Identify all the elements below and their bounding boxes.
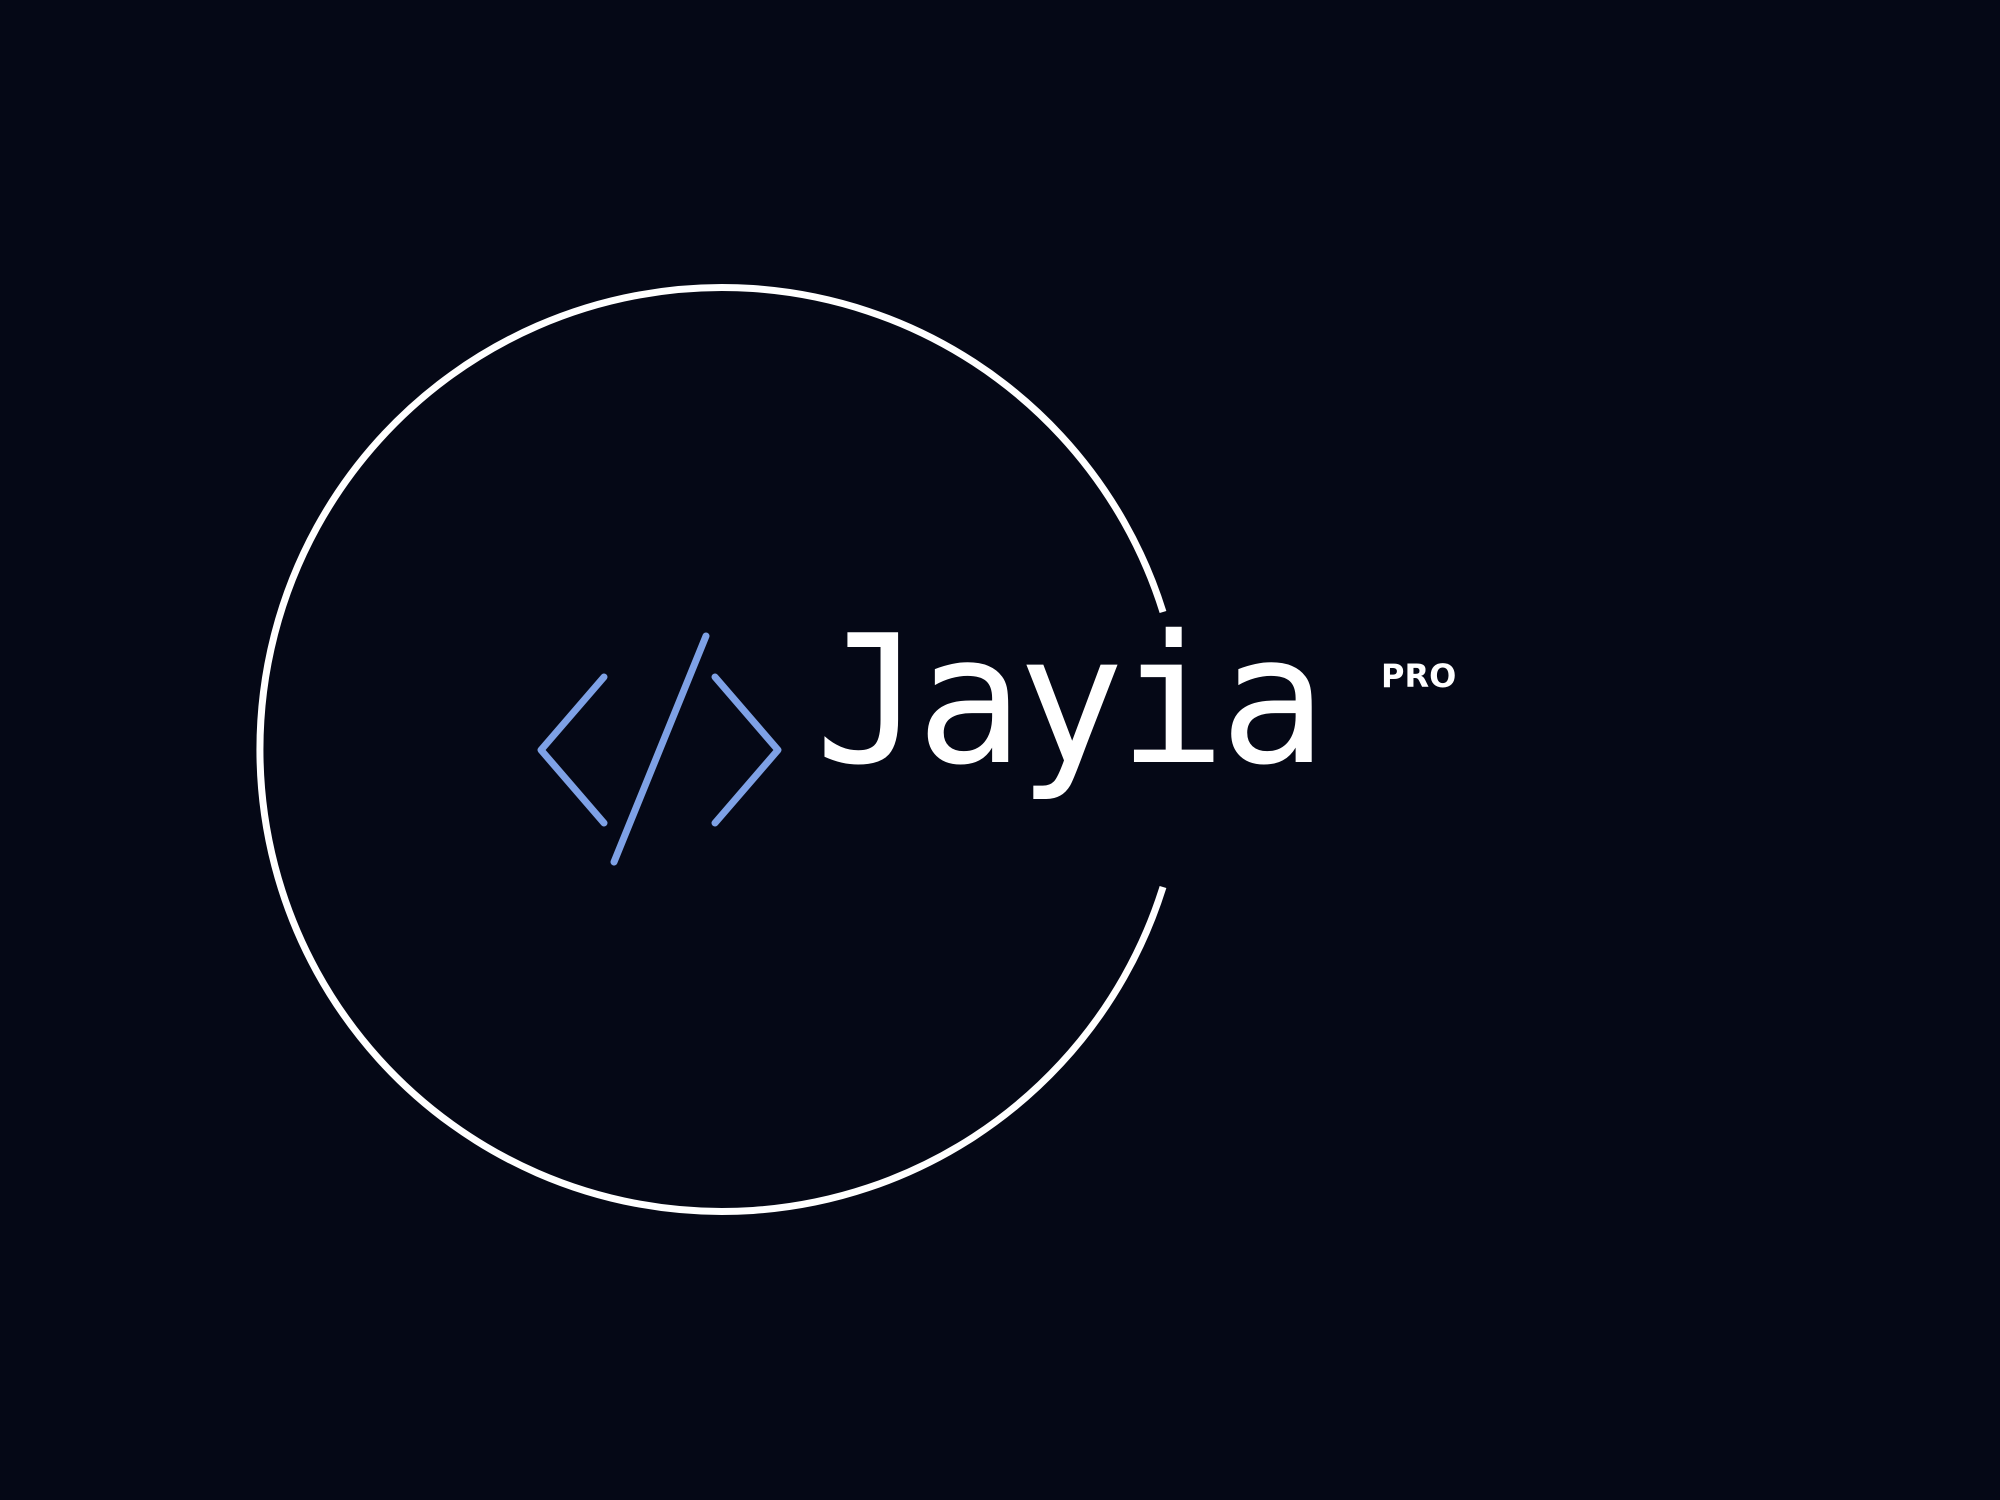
brand-name: Jayia	[815, 597, 1327, 804]
logo-canvas: Jayia PRO	[0, 0, 2000, 1500]
left-angle-bracket	[537, 673, 608, 827]
slash-stroke	[610, 632, 710, 866]
code-brackets-icon	[537, 632, 782, 866]
right-angle-bracket	[711, 673, 782, 827]
pro-badge: PRO	[1381, 657, 1457, 695]
